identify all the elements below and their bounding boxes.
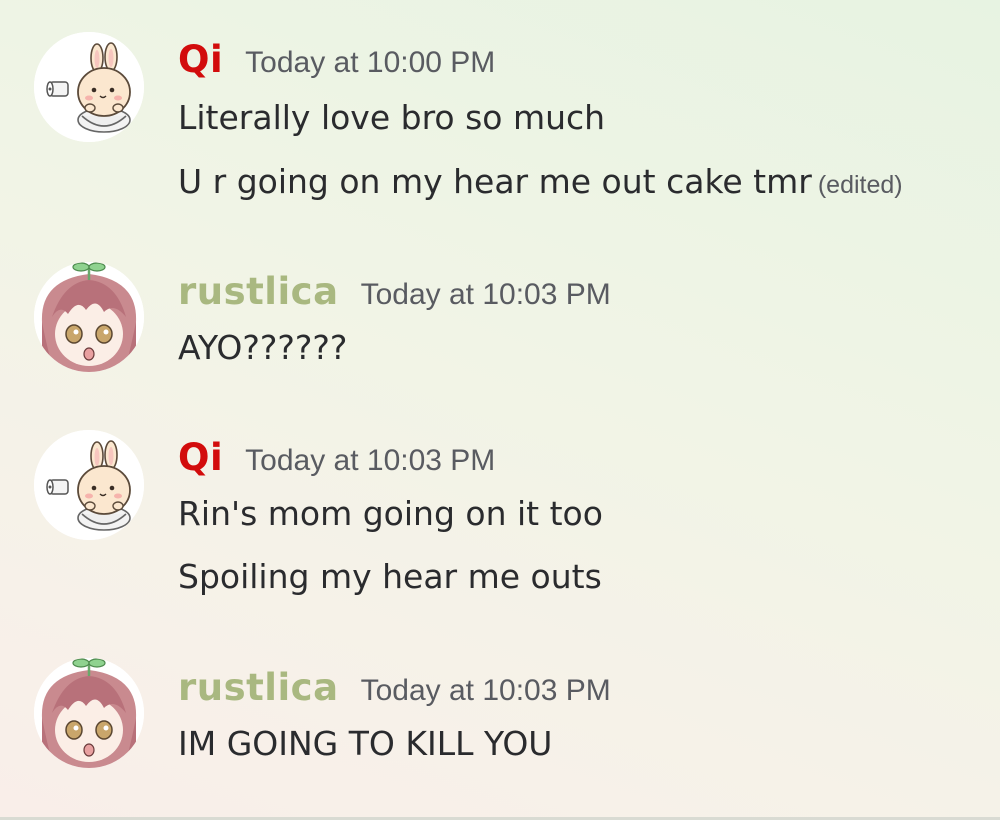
avatar[interactable] <box>34 430 144 540</box>
username[interactable]: rustlica <box>178 270 339 313</box>
message-text: Literally love bro so much <box>178 98 606 137</box>
message-text: Rin's mom going on it too <box>178 494 603 533</box>
bunny-toilet-avatar-icon <box>34 32 144 142</box>
message-text: IM GOING TO KILL YOU <box>178 724 553 763</box>
chat-message-list: Qi Today at 10:00 PM Literally love bro s… <box>0 0 1000 820</box>
username[interactable]: rustlica <box>178 666 339 709</box>
timestamp: Today at 10:03 PM <box>360 674 611 707</box>
message-header: Qi Today at 10:00 PM <box>178 38 495 81</box>
pink-hair-sprout-avatar-icon <box>34 262 144 372</box>
message-text: AYO?????? <box>178 328 348 367</box>
message-text-line: U r going on my hear me out cake tmr (edi… <box>178 162 903 201</box>
bunny-toilet-avatar-icon <box>34 430 144 540</box>
timestamp: Today at 10:03 PM <box>360 278 611 311</box>
avatar[interactable] <box>34 262 144 372</box>
message-header: Qi Today at 10:03 PM <box>178 436 495 479</box>
message-text: Spoiling my hear me outs <box>178 557 602 596</box>
message-text: U r going on my hear me out cake tmr <box>178 162 812 201</box>
timestamp: Today at 10:00 PM <box>245 46 496 79</box>
timestamp: Today at 10:03 PM <box>245 444 496 477</box>
message-header: rustlica Today at 10:03 PM <box>178 666 611 709</box>
edited-label: (edited) <box>817 171 903 199</box>
message-header: rustlica Today at 10:03 PM <box>178 270 611 313</box>
pink-hair-sprout-avatar-icon <box>34 658 144 768</box>
username[interactable]: Qi <box>178 436 223 479</box>
avatar[interactable] <box>34 658 144 768</box>
avatar[interactable] <box>34 32 144 142</box>
username[interactable]: Qi <box>178 38 223 81</box>
